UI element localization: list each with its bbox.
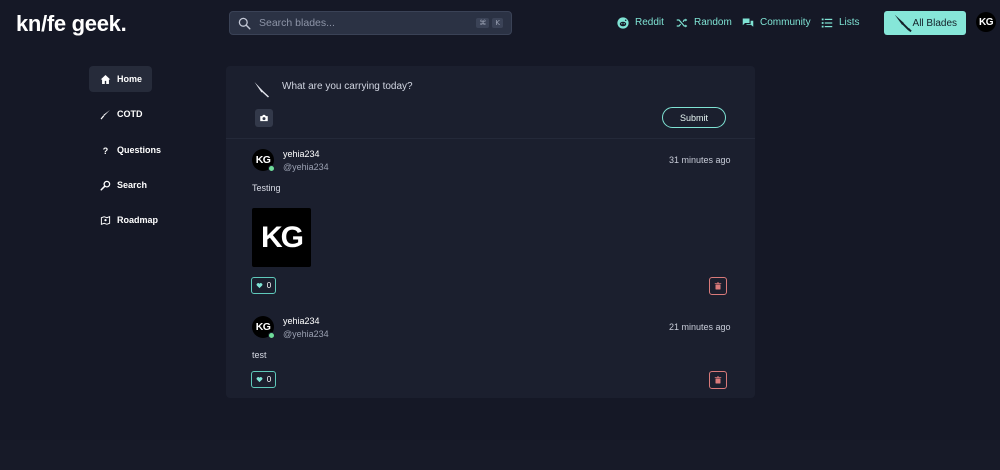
chat-icon	[742, 18, 754, 27]
reddit-icon	[617, 17, 629, 29]
sidebar-item-cotd[interactable]: COTD	[89, 101, 152, 127]
post-author-name[interactable]: yehia234	[283, 149, 320, 160]
magnifier-icon	[100, 180, 111, 191]
search-bar[interactable]: ⌘ K	[229, 11, 512, 35]
sidebar-item-roadmap[interactable]: Roadmap	[89, 207, 158, 233]
search-icon	[238, 17, 251, 30]
composer-prompt[interactable]: What are you carrying today?	[282, 81, 413, 93]
nav-community-label: Community	[760, 17, 811, 28]
all-blades-button[interactable]: All Blades	[884, 11, 966, 35]
knife-icon	[254, 82, 269, 98]
post-timestamp: 31 minutes ago	[669, 155, 731, 165]
site-logo[interactable]: kn/fe geek.	[16, 10, 127, 38]
nav-community-link[interactable]: Community	[742, 16, 811, 30]
like-count: 0	[266, 375, 272, 384]
user-avatar[interactable]: KG	[976, 12, 996, 32]
nav-lists-link[interactable]: Lists	[821, 16, 860, 30]
shortcut-key-cmd: ⌘	[476, 18, 490, 28]
post-image[interactable]: KG	[252, 208, 311, 267]
shuffle-icon	[676, 18, 688, 28]
sidebar-item-label: Questions	[117, 145, 162, 155]
post-timestamp: 21 minutes ago	[669, 322, 731, 332]
sidebar-item-label: Roadmap	[117, 215, 159, 225]
heart-icon	[256, 283, 263, 289]
all-blades-label: All Blades	[912, 17, 957, 29]
nav-random-label: Random	[694, 17, 732, 28]
like-count: 0	[266, 281, 272, 290]
question-icon: ?	[103, 145, 108, 155]
nav-reddit-label: Reddit	[635, 17, 664, 28]
post-body: Testing	[252, 183, 281, 193]
camera-icon	[260, 114, 268, 122]
nav-lists-label: Lists	[839, 17, 860, 28]
trash-icon	[714, 282, 722, 290]
sidebar-item-label: Home	[117, 74, 143, 84]
footer-strip	[0, 440, 1000, 470]
search-input[interactable]	[259, 17, 474, 29]
post-author-name[interactable]: yehia234	[283, 316, 320, 327]
delete-post-button[interactable]	[709, 277, 727, 295]
sidebar-item-label: COTD	[117, 109, 143, 119]
roadmap-icon	[100, 215, 111, 225]
post-body: test	[252, 350, 267, 360]
knife-icon	[894, 14, 912, 33]
sidebar-item-label: Search	[117, 180, 148, 190]
sidebar-item-home[interactable]: Home	[89, 66, 152, 92]
online-status-dot	[268, 165, 275, 172]
upload-photo-button[interactable]	[255, 109, 273, 127]
composer-divider	[226, 138, 755, 139]
post-author-handle: @yehia234	[283, 162, 329, 172]
like-button[interactable]: 0	[251, 371, 276, 388]
like-button[interactable]: 0	[251, 277, 276, 294]
submit-button[interactable]: Submit	[662, 107, 726, 128]
sidebar-item-questions[interactable]: ? Questions	[89, 137, 161, 163]
online-status-dot	[268, 332, 275, 339]
nav-random-link[interactable]: Random	[676, 16, 732, 30]
sidebar-item-search[interactable]: Search	[89, 172, 152, 198]
list-icon	[821, 18, 833, 28]
nav-reddit-link[interactable]: Reddit	[617, 16, 664, 30]
delete-post-button[interactable]	[709, 371, 727, 389]
svg-text:?: ?	[103, 145, 108, 155]
app-page: kn/fe geek. ⌘ K Reddit Random Community …	[0, 0, 1000, 470]
heart-icon	[256, 377, 263, 383]
trash-icon	[714, 376, 722, 384]
home-icon	[100, 74, 111, 84]
knife-icon	[100, 109, 110, 119]
post-author-handle: @yehia234	[283, 329, 329, 339]
shortcut-key-k: K	[492, 18, 503, 28]
